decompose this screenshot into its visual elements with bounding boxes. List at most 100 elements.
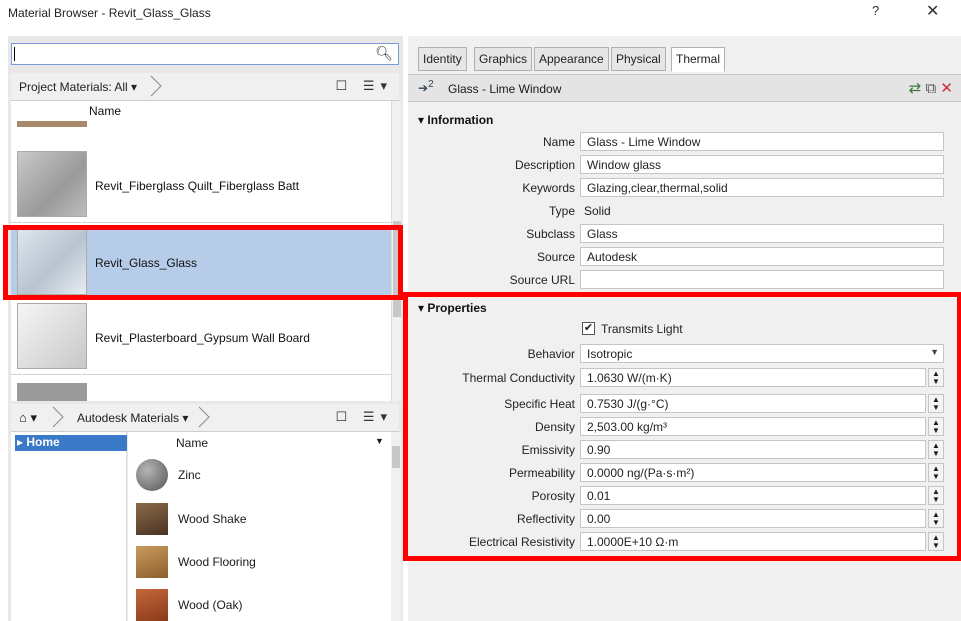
behavior-dropdown[interactable]: Isotropic ▼ [580, 344, 944, 363]
porosity-spinner[interactable]: ▲ ▼ [928, 486, 944, 505]
specific-heat-label: Specific Heat [504, 397, 575, 411]
breadcrumb-arrow-icon [150, 75, 162, 97]
electrical-resistivity-label: Electrical Resistivity [468, 535, 575, 549]
keywords-label: Keywords [522, 181, 575, 195]
material-name: Zinc [178, 468, 201, 482]
density-label: Density [534, 420, 575, 434]
material-thumbnail [17, 229, 87, 295]
list-item[interactable]: Revit_Plasterboard_Gypsum Wall Board [11, 299, 391, 375]
material-name: Revit_Plasterboard_Gypsum Wall Board [95, 331, 310, 345]
material-thumbnail [136, 589, 168, 621]
source-field[interactable]: Autodesk [580, 247, 944, 266]
list-item-selected[interactable]: Revit_Glass_Glass [11, 227, 391, 297]
project-materials-list: Revit_Fiberglass Quilt_Fiberglass Batt R… [11, 101, 391, 401]
subclass-field[interactable]: Glass [580, 224, 944, 243]
tab-appearance[interactable]: Appearance [534, 47, 609, 71]
material-thumbnail [136, 503, 168, 535]
thermal-conductivity-label: Thermal Conductivity [462, 371, 575, 385]
material-thumbnail [136, 459, 168, 491]
breadcrumb-arrow-icon [52, 406, 64, 428]
specific-heat-field[interactable]: 0.7530 J/(g·°C) [580, 394, 926, 413]
source-url-label: Source URL [509, 273, 575, 287]
material-name: Revit_Fiberglass Quilt_Fiberglass Batt [95, 179, 300, 193]
library-header: ⌂ ▾ Autodesk Materials ▾ ☐ ☰▾ [11, 404, 399, 432]
name-column-header[interactable]: Name [89, 104, 121, 118]
description-label: Description [514, 158, 575, 172]
text-caret [14, 47, 15, 61]
project-materials-header: Project Materials: All ▾ ☐ ☰▾ [11, 73, 399, 101]
list-item[interactable]: Wood (Oak) [128, 584, 391, 621]
library-materials-list: Name ▼ Zinc Wood Shake Wood Flooring Woo… [128, 432, 391, 621]
material-thumbnail [17, 303, 87, 369]
reflectivity-field[interactable]: 0.00 [580, 509, 926, 528]
tree-item-home[interactable]: ▸ Home [15, 435, 127, 451]
source-label: Source [536, 250, 575, 264]
density-spinner[interactable]: ▲ ▼ [928, 417, 944, 436]
delete-asset-icon[interactable]: ✕ [940, 80, 953, 97]
specific-heat-spinner[interactable]: ▲ ▼ [928, 394, 944, 413]
information-section[interactable]: ▾ Information [418, 113, 493, 127]
search-icon[interactable]: 🔍︎ [375, 45, 393, 62]
library-tree: ▸ Home [11, 432, 127, 621]
duplicate-asset-icon[interactable]: ⧉ [926, 80, 937, 97]
close-button[interactable]: ✕ [926, 1, 939, 21]
breadcrumb-arrow-icon [198, 406, 210, 428]
thermal-conductivity-field[interactable]: 1.0630 W/(m·K) [580, 368, 926, 387]
reflectivity-spinner[interactable]: ▲ ▼ [928, 509, 944, 528]
list-item[interactable] [11, 101, 391, 127]
material-thumbnail [17, 121, 87, 127]
material-thumbnail [17, 151, 87, 217]
behavior-label: Behavior [527, 347, 575, 361]
permeability-label: Permeability [508, 466, 575, 480]
permeability-spinner[interactable]: ▲ ▼ [928, 463, 944, 482]
help-button[interactable]: ? [872, 3, 879, 18]
material-thumbnail [136, 546, 168, 578]
library-selector[interactable]: Autodesk Materials ▾ [77, 411, 188, 425]
emissivity-spinner[interactable]: ▲ ▼ [928, 440, 944, 459]
name-field[interactable]: Glass - Lime Window [580, 132, 944, 151]
material-name: Revit_Glass_Glass [95, 256, 198, 270]
chevron-down-icon: ▼ [930, 347, 939, 357]
tab-physical[interactable]: Physical [611, 47, 666, 71]
emissivity-field[interactable]: 0.90 [580, 440, 926, 459]
type-label: Type [548, 204, 575, 218]
emissivity-label: Emissivity [521, 443, 575, 457]
view-toggle-icon[interactable]: ☐ ☰▾ [336, 78, 393, 94]
material-thumbnail [17, 383, 87, 401]
thermal-conductivity-spinner[interactable]: ▲ ▼ [928, 368, 944, 387]
home-icon[interactable]: ⌂ ▾ [19, 410, 37, 426]
porosity-field[interactable]: 0.01 [580, 486, 926, 505]
type-value: Solid [584, 204, 611, 218]
properties-section[interactable]: ▾ Properties [418, 301, 487, 315]
permeability-field[interactable]: 0.0000 ng/(Pa·s·m²) [580, 463, 926, 482]
transmits-light-label: Transmits Light [601, 322, 683, 336]
subclass-label: Subclass [526, 227, 575, 241]
library-list-scrollbar[interactable] [391, 432, 401, 621]
tab-identity[interactable]: Identity [418, 47, 467, 71]
name-column-header[interactable]: Name [176, 436, 208, 450]
material-header: ➔2 Glass - Lime Window ⇄ ⧉ ✕ [408, 74, 961, 102]
material-name: Wood Shake [178, 512, 247, 526]
material-asset-icon: ➔2 [418, 79, 434, 95]
density-field[interactable]: 2,503.00 kg/m³ [580, 417, 926, 436]
list-item[interactable]: Revit_Fiberglass Quilt_Fiberglass Batt [11, 147, 391, 223]
material-name: Wood (Oak) [178, 598, 243, 612]
tab-thermal[interactable]: Thermal [671, 47, 726, 72]
list-item[interactable] [11, 379, 391, 401]
porosity-label: Porosity [531, 489, 575, 503]
source-url-field[interactable] [580, 270, 944, 289]
window-title: Material Browser - Revit_Glass_Glass [8, 6, 211, 20]
material-title: Glass - Lime Window [448, 82, 562, 96]
reflectivity-label: Reflectivity [516, 512, 575, 526]
name-label: Name [542, 135, 575, 149]
search-input[interactable]: 🔍︎ [11, 43, 399, 65]
electrical-resistivity-field[interactable]: 1.0000E+10 Ω·m [580, 532, 926, 551]
project-materials-filter[interactable]: Project Materials: All ▾ [19, 80, 137, 94]
tab-graphics[interactable]: Graphics [474, 47, 533, 71]
transmits-light-checkbox[interactable]: ✔ [582, 322, 595, 335]
material-name: Wood Flooring [178, 555, 256, 569]
electrical-resistivity-spinner[interactable]: ▲ ▼ [928, 532, 944, 551]
description-field[interactable]: Window glass [580, 155, 944, 174]
swap-asset-icon[interactable]: ⇄ [909, 80, 922, 97]
keywords-field[interactable]: Glazing,clear,thermal,solid [580, 178, 944, 197]
